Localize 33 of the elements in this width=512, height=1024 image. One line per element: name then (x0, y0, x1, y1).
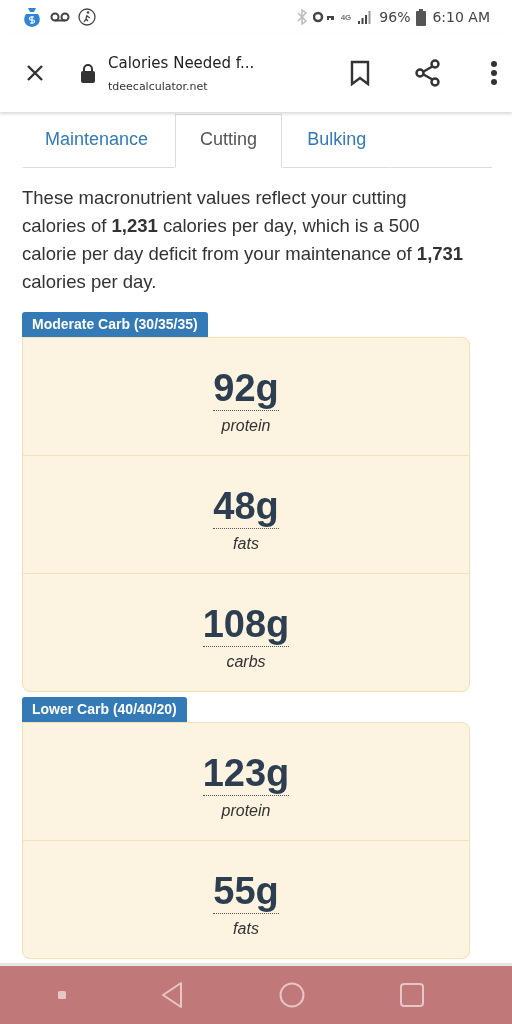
key-icon (312, 11, 335, 23)
macro-amount: 48g (213, 484, 279, 529)
macro-name: fats (233, 920, 259, 938)
more-options-icon[interactable] (490, 61, 498, 85)
battery-icon (416, 8, 427, 26)
tab[interactable]: Maintenance (22, 114, 176, 168)
share-icon[interactable] (414, 59, 442, 87)
tab[interactable]: Bulking (282, 114, 392, 168)
plan-label: Lower Carb (40/40/20) (22, 697, 187, 722)
page-title: Calories Needed f... (108, 53, 256, 72)
tab[interactable]: Cutting (175, 114, 283, 168)
money-bag-icon (22, 6, 42, 28)
macro-name: protein (221, 417, 271, 435)
bluetooth-icon (296, 9, 307, 25)
close-icon[interactable] (26, 64, 44, 82)
macro-name: carbs (226, 653, 266, 671)
macro-name: protein (221, 802, 271, 820)
macro-amount: 92g (213, 366, 279, 411)
page-url: tdeecalculator.net (108, 79, 209, 93)
plan-label: Moderate Carb (30/35/35) (22, 312, 208, 337)
macro-name: fats (233, 535, 259, 553)
macro-amount: 123g (202, 751, 290, 796)
macro-amount: 55g (213, 869, 279, 914)
walking-person-icon (78, 8, 96, 26)
bookmark-icon[interactable] (350, 60, 370, 86)
signal-icon (357, 10, 374, 24)
description-text: These macronutrient values reflect your cutting calories of 1,231 calories per day, which is a 500 calorie per day deficit from your maintenance of 1,731 calories per day. (22, 186, 465, 294)
clock: 6:10 AM (432, 9, 490, 25)
lock-icon (80, 63, 96, 83)
voicemail-icon (50, 12, 70, 22)
macro-amount: 108g (202, 602, 290, 647)
battery-percent: 96% (379, 9, 411, 25)
network-type: 4G (340, 12, 352, 22)
